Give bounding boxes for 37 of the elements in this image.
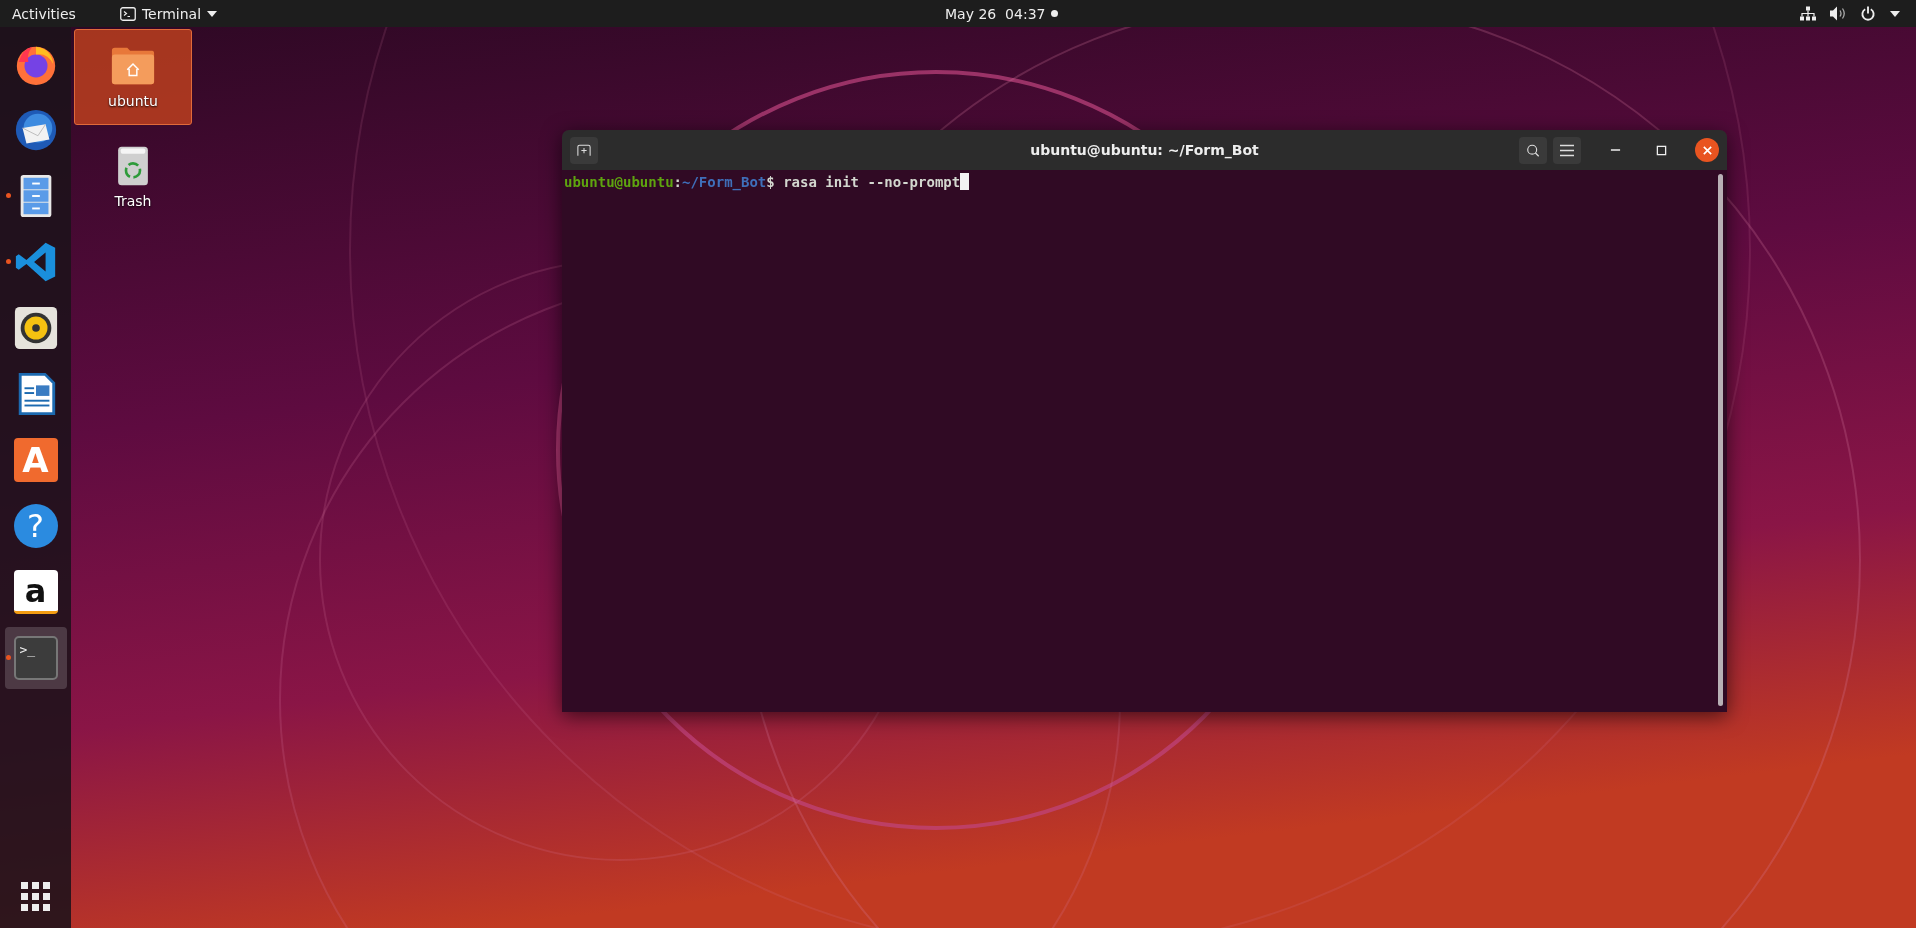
search-button[interactable]	[1519, 136, 1547, 164]
prompt-user: ubuntu@ubuntu	[564, 173, 674, 190]
shop-icon: a	[13, 570, 58, 614]
menu-button[interactable]	[1553, 136, 1581, 164]
new-tab-icon	[577, 143, 591, 157]
menu-icon	[1560, 143, 1574, 157]
dock-item[interactable]: ?	[4, 495, 67, 557]
help-icon: ?	[13, 504, 58, 548]
store-icon: A	[13, 438, 58, 482]
network-icon[interactable]	[1800, 6, 1816, 21]
volume-icon[interactable]	[1830, 6, 1846, 21]
window-title: ubuntu@ubuntu: ~/Form_Bot	[1030, 142, 1259, 158]
prompt-path: ~/Form_Bot	[682, 173, 767, 190]
scrollbar[interactable]	[1717, 174, 1723, 706]
app-menu[interactable]: Terminal	[111, 5, 226, 22]
clock[interactable]: May 26 04:37	[945, 5, 1046, 22]
grid-icon	[20, 882, 51, 912]
terminal-icon	[119, 6, 136, 21]
close-icon	[1701, 144, 1713, 156]
caret-icon[interactable]	[1890, 10, 1900, 17]
power-icon[interactable]	[1860, 6, 1876, 21]
prompt-separator: :	[673, 173, 682, 190]
new-tab-button[interactable]	[570, 136, 598, 164]
search-icon	[1526, 143, 1540, 157]
terminal-icon: >_	[13, 636, 58, 680]
close-button[interactable]	[1695, 138, 1719, 162]
command-text: rasa init --no-prompt	[782, 173, 961, 190]
caret-icon	[207, 10, 218, 17]
activities-button[interactable]: Activities	[0, 5, 88, 22]
dock-item[interactable]: >_	[4, 627, 67, 689]
desktop-icon[interactable]: ubuntu	[74, 29, 192, 125]
maximize-icon	[1655, 144, 1667, 156]
home-folder-icon	[110, 45, 156, 87]
minimize-icon	[1609, 149, 1621, 151]
prompt-symbol: $	[766, 173, 775, 190]
speaker-icon	[12, 305, 59, 351]
dock-item[interactable]: a	[4, 561, 67, 623]
